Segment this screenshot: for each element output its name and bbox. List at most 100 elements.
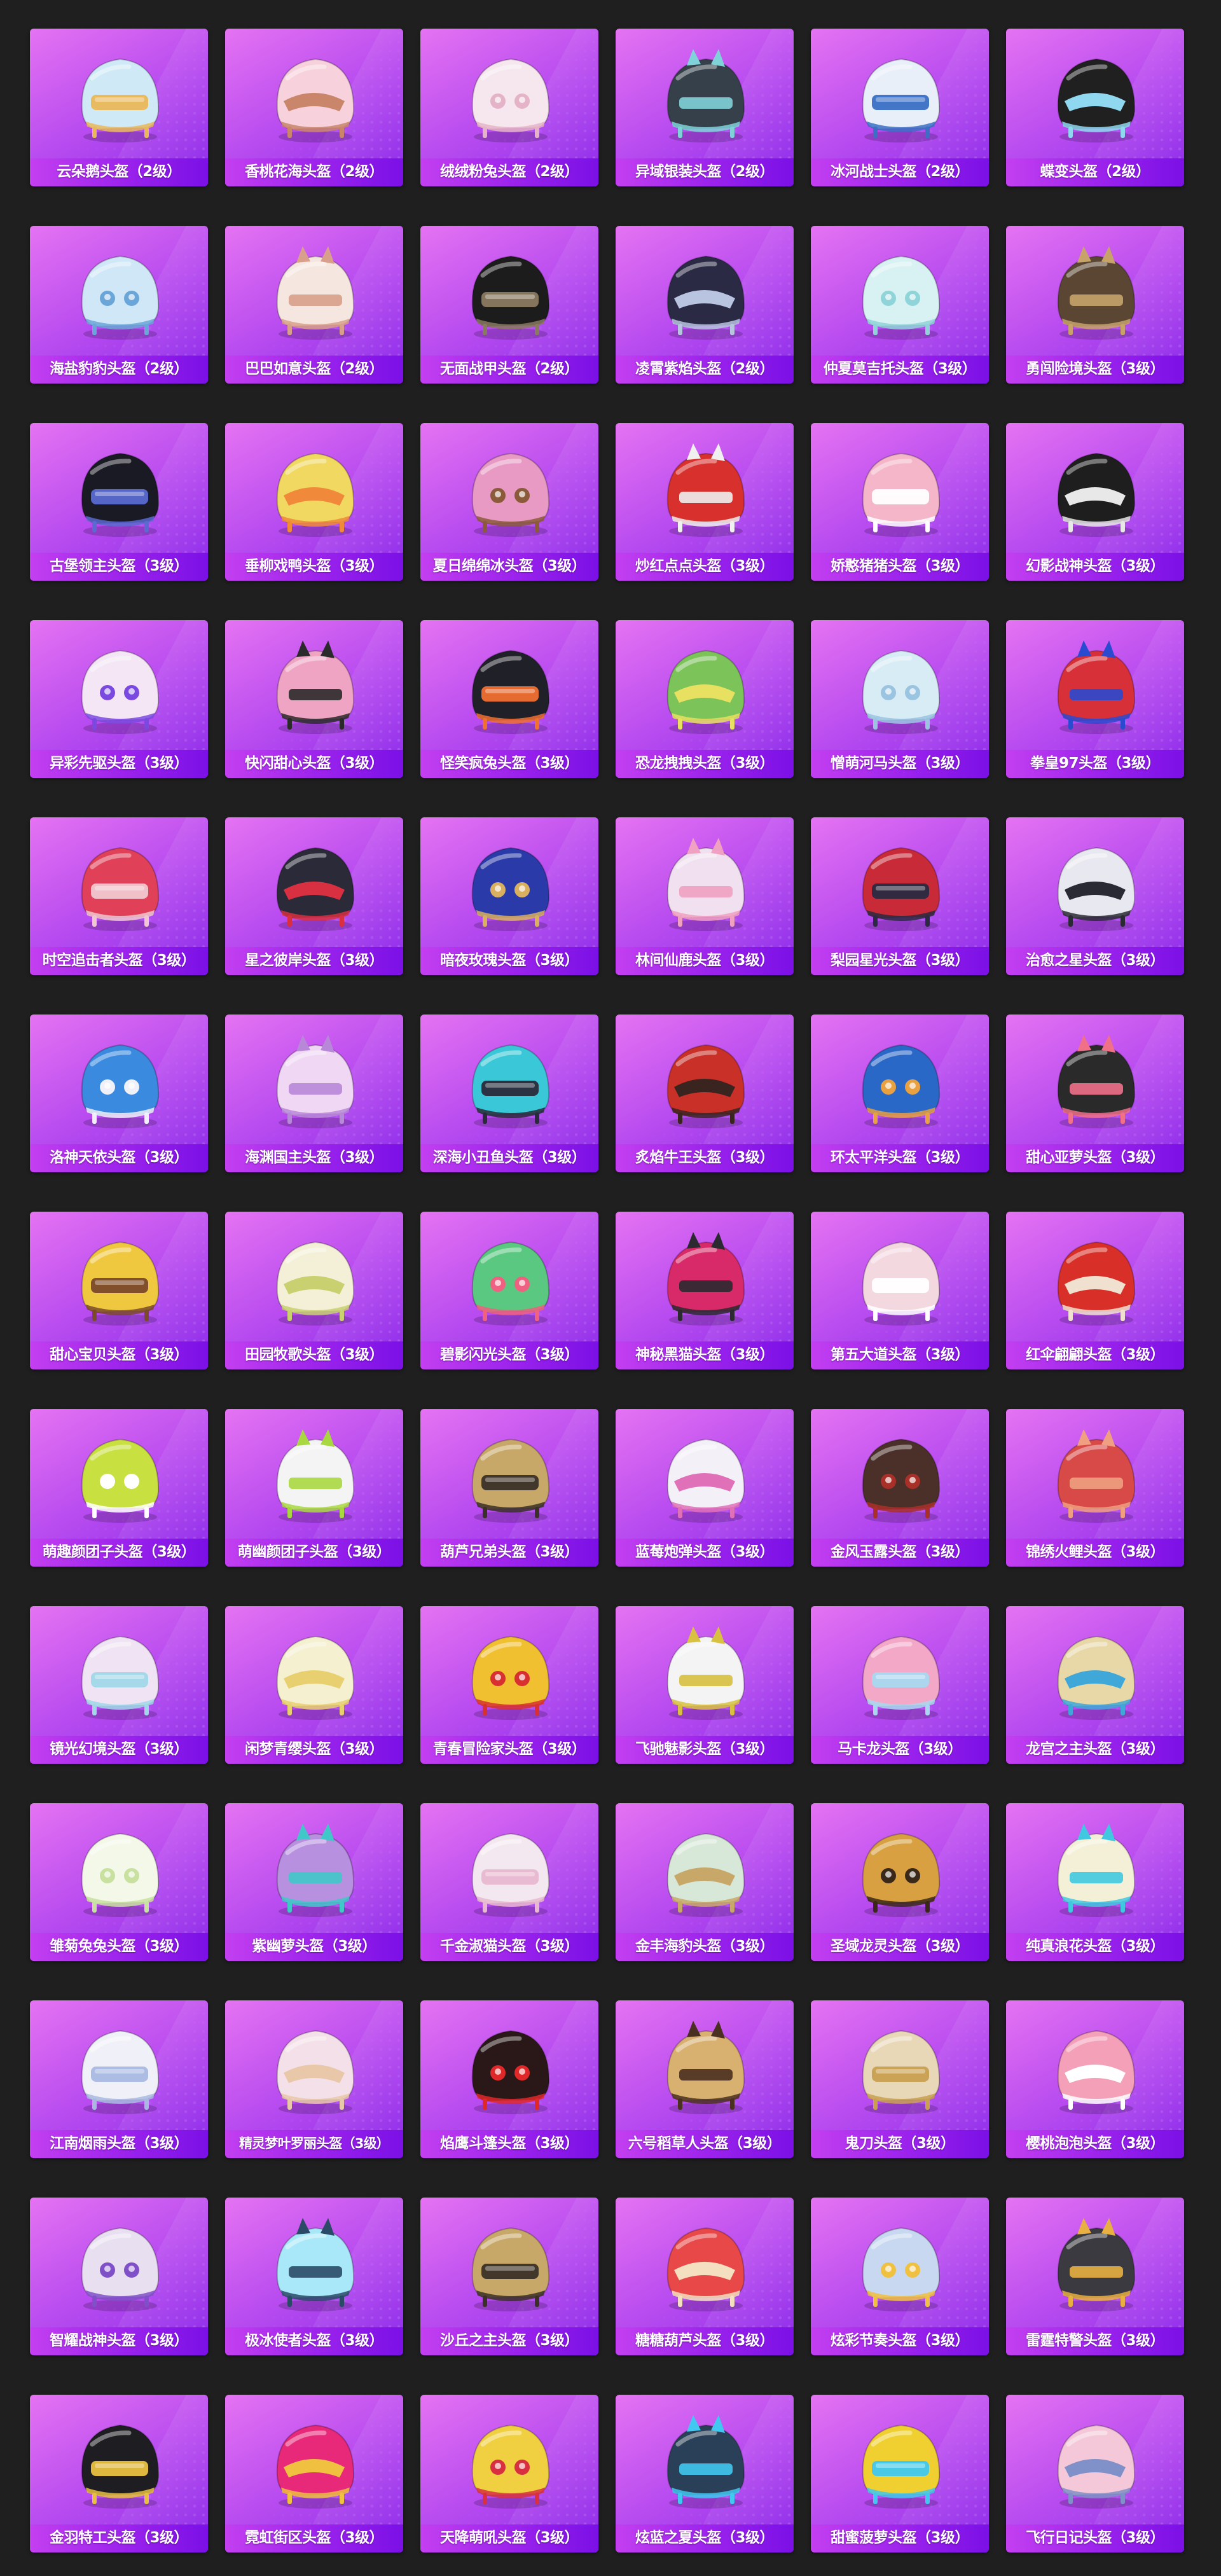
helmet-card[interactable]: 镜光幻境头盔（3级）	[30, 1606, 208, 1764]
helmet-card[interactable]: 幻影战神头盔（3级）	[1006, 423, 1184, 581]
night-rose-helmet-icon	[453, 829, 565, 937]
purple-flame-helmet-icon	[649, 237, 761, 345]
helmet-card[interactable]: 蝶变头盔（2级）	[1006, 29, 1184, 186]
helmet-card[interactable]: 无面战甲头盔（2级）	[420, 226, 598, 384]
helmet-card[interactable]: 千金淑猫头盔（3级）	[420, 1803, 598, 1961]
helmet-card[interactable]: 蓝莓炮弹头盔（3级）	[616, 1409, 794, 1567]
helmet-card[interactable]: 古堡领主头盔（3级）	[30, 423, 208, 581]
helmet-card[interactable]: 炫彩节奏头盔（3级）	[811, 2198, 989, 2355]
helmet-card[interactable]: 冰河战士头盔（2级）	[811, 29, 989, 186]
helmet-card[interactable]: 金风玉露头盔（3级）	[811, 1409, 989, 1567]
helmet-card[interactable]: 飞驰魅影头盔（3级）	[616, 1606, 794, 1764]
helmet-card[interactable]: 憎萌河马头盔（3级）	[811, 620, 989, 778]
helmet-card[interactable]: 碧影闪光头盔（3级）	[420, 1212, 598, 1369]
helmet-card[interactable]: 洛神天依头盔（3级）	[30, 1014, 208, 1172]
helmet-card[interactable]: 炫蓝之夏头盔（3级）	[616, 2395, 794, 2552]
helmet-card[interactable]: 神秘黑猫头盔（3级）	[616, 1212, 794, 1369]
helmet-card[interactable]: 夏日绵绵冰头盔（3级）	[420, 423, 598, 581]
helmet-card[interactable]: 恐龙拽拽头盔（3级）	[616, 620, 794, 778]
helmet-card[interactable]: 娇憨猪猪头盔（3级）	[811, 423, 989, 581]
blue-summer-helmet-icon	[649, 2406, 761, 2514]
helmet-card[interactable]: 仲夏莫吉托头盔（3级）	[811, 226, 989, 384]
golden-dew-helmet-icon	[844, 1420, 956, 1528]
helmet-card[interactable]: 精灵梦叶罗丽头盔（3级）	[225, 2000, 403, 2158]
helmet-card[interactable]: 香桃花海头盔（2级）	[225, 29, 403, 186]
helmet-card[interactable]: 红伞翩翩头盔（3级）	[1006, 1212, 1184, 1369]
helmet-card[interactable]: 甜蜜菠萝头盔（3级）	[811, 2395, 989, 2552]
helmet-card[interactable]: 鬼刀头盔（3级）	[811, 2000, 989, 2158]
colorful-rhythm-helmet-icon	[844, 2209, 956, 2317]
helmet-card[interactable]: 萌趣颜团子头盔（3级）	[30, 1409, 208, 1567]
dune-lord-helmet-icon	[453, 2209, 565, 2317]
helmet-card[interactable]: 沙丘之主头盔（3级）	[420, 2198, 598, 2355]
mystic-black-cat-helmet-icon	[649, 1223, 761, 1331]
helmet-card[interactable]: 快闪甜心头盔（3级）	[225, 620, 403, 778]
helmet-card[interactable]: 勇闯险境头盔（3级）	[1006, 226, 1184, 384]
sweet-yaluo-helmet-icon	[1039, 1026, 1151, 1134]
helmet-card[interactable]: 金丰海豹头盔（3级）	[616, 1803, 794, 1961]
helmet-card[interactable]: 龙宫之主头盔（3级）	[1006, 1606, 1184, 1764]
helmet-card[interactable]: 巴巴如意头盔（2级）	[225, 226, 403, 384]
helmet-card[interactable]: 糖糖葫芦头盔（3级）	[616, 2198, 794, 2355]
helmet-card[interactable]: 锦绣火鲤头盔（3级）	[1006, 1409, 1184, 1567]
helmet-card[interactable]: 时空追击者头盔（3级）	[30, 817, 208, 975]
helmet-card[interactable]: 甜心亚萝头盔（3级）	[1006, 1014, 1184, 1172]
helmet-card[interactable]: 霓虹街区头盔（3级）	[225, 2395, 403, 2552]
helmet-card[interactable]: 暗夜玫瑰头盔（3级）	[420, 817, 598, 975]
helmet-name: 海渊国主头盔（3级）	[244, 1149, 384, 1166]
helmet-card[interactable]: 拳皇97头盔（3级）	[1006, 620, 1184, 778]
helmet-name: 千金淑猫头盔（3级）	[439, 1938, 579, 1955]
helmet-card[interactable]: 圣域龙灵头盔（3级）	[811, 1803, 989, 1961]
helmet-card[interactable]: 垂柳戏鸭头盔（3级）	[225, 423, 403, 581]
helmet-card[interactable]: 葫芦兄弟头盔（3级）	[420, 1409, 598, 1567]
helmet-card[interactable]: 异域银装头盔（2级）	[616, 29, 794, 186]
helmet-card[interactable]: 田园牧歌头盔（3级）	[225, 1212, 403, 1369]
helmet-card[interactable]: 马卡龙头盔（3级）	[811, 1606, 989, 1764]
phantom-war-god-helmet-icon	[1039, 434, 1151, 543]
helmet-card[interactable]: 第五大道头盔（3级）	[811, 1212, 989, 1369]
helmet-card[interactable]: 飞行日记头盔（3级）	[1006, 2395, 1184, 2552]
helmet-card[interactable]: 梨园星光头盔（3级）	[811, 817, 989, 975]
helmet-card[interactable]: 海盐豹豹头盔（2级）	[30, 226, 208, 384]
helmet-card[interactable]: 江南烟雨头盔（3级）	[30, 2000, 208, 2158]
helmet-card[interactable]: 极冰使者头盔（3级）	[225, 2198, 403, 2355]
helmet-card[interactable]: 纯真浪花头盔（3级）	[1006, 1803, 1184, 1961]
helmet-card[interactable]: 樱桃泡泡头盔（3级）	[1006, 2000, 1184, 2158]
helmet-name: 时空追击者头盔（3级）	[42, 952, 196, 969]
helmet-card[interactable]: 炙焰牛王头盔（3级）	[616, 1014, 794, 1172]
helmet-card[interactable]: 青春冒险家头盔（3级）	[420, 1606, 598, 1764]
helmet-card[interactable]: 环太平洋头盔（3级）	[811, 1014, 989, 1172]
helmet-card[interactable]: 炒红点点头盔（3级）	[616, 423, 794, 581]
helmet-card[interactable]: 雷霆特警头盔（3级）	[1006, 2198, 1184, 2355]
helmet-card[interactable]: 星之彼岸头盔（3级）	[225, 817, 403, 975]
helmet-name: 云朵鹅头盔（2级）	[57, 163, 181, 180]
helmet-card[interactable]: 林间仙鹿头盔（3级）	[616, 817, 794, 975]
helmet-card[interactable]: 雏菊兔兔头盔（3级）	[30, 1803, 208, 1961]
helmet-card[interactable]: 治愈之星头盔（3级）	[1006, 817, 1184, 975]
helmet-card[interactable]: 金羽特工头盔（3级）	[30, 2395, 208, 2552]
helmet-card[interactable]: 甜心宝贝头盔（3级）	[30, 1212, 208, 1369]
flight-diary-helmet-icon	[1039, 2406, 1151, 2514]
cherry-bubble-helmet-icon	[1039, 2012, 1151, 2120]
helmet-name: 异彩先驱头盔（3级）	[49, 755, 189, 772]
helmet-name: 智耀战神头盔（3级）	[49, 2332, 189, 2349]
helmet-card[interactable]: 凌霄紫焰头盔（2级）	[616, 226, 794, 384]
helmet-card[interactable]: 异彩先驱头盔（3级）	[30, 620, 208, 778]
helmet-card[interactable]: 云朵鹅头盔（2级）	[30, 29, 208, 186]
helmet-card[interactable]: 海渊国主头盔（3级）	[225, 1014, 403, 1172]
helmet-name: 凌霄紫焰头盔（2级）	[635, 361, 775, 377]
helmet-name: 纯真浪花头盔（3级）	[1025, 1938, 1165, 1955]
cute-dumpling-helmet-icon	[63, 1420, 175, 1528]
helmet-card[interactable]: 闲梦青缨头盔（3级）	[225, 1606, 403, 1764]
helmet-card[interactable]: 怪笑疯兔头盔（3级）	[420, 620, 598, 778]
helmet-card[interactable]: 智耀战神头盔（3级）	[30, 2198, 208, 2355]
helmet-card[interactable]: 焰鹰斗篷头盔（3级）	[420, 2000, 598, 2158]
helmet-card[interactable]: 六号稻草人头盔（3级）	[616, 2000, 794, 2158]
helmet-card[interactable]: 紫幽萝头盔（3级）	[225, 1803, 403, 1961]
helmet-name: 田园牧歌头盔（3级）	[244, 1347, 384, 1363]
helmet-card[interactable]: 萌幽颜团子头盔（3级）	[225, 1409, 403, 1567]
helmet-card[interactable]: 深海小丑鱼头盔（3级）	[420, 1014, 598, 1172]
helmet-name: 梨园星光头盔（3级）	[830, 952, 970, 969]
helmet-card[interactable]: 绒绒粉兔头盔（2级）	[420, 29, 598, 186]
helmet-card[interactable]: 天降萌吼头盔（3级）	[420, 2395, 598, 2552]
